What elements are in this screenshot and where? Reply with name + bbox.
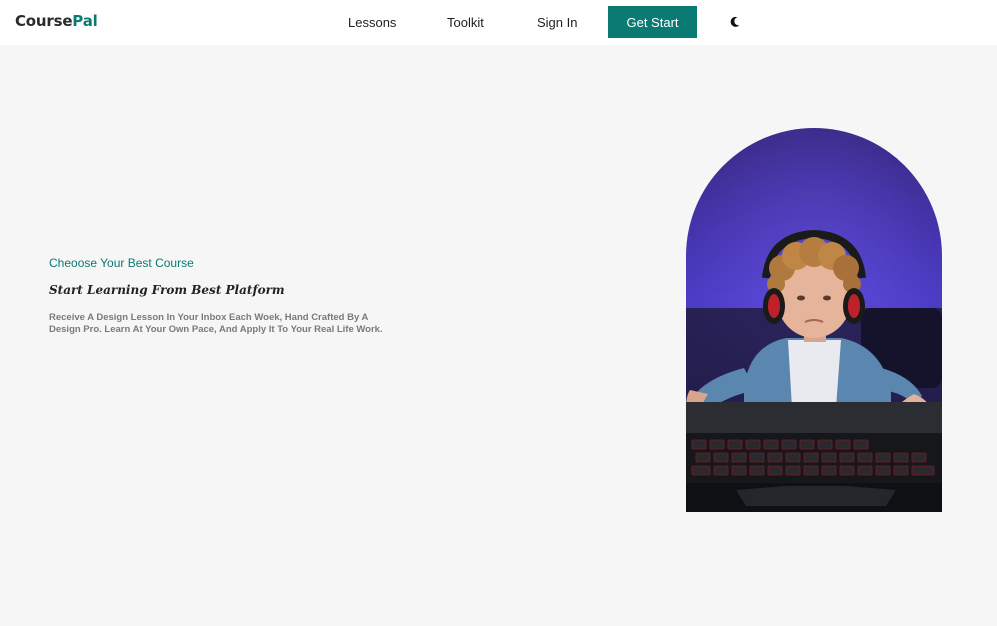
get-start-button[interactable]: Get Start: [608, 6, 697, 38]
theme-toggle-button[interactable]: [726, 13, 744, 31]
brand-name-part2: Pal: [72, 12, 98, 30]
brand-name-part1: Course: [15, 12, 73, 30]
nav-link-lessons[interactable]: Lessons: [348, 15, 396, 30]
hero-eyebrow: Cheoose Your Best Course: [49, 256, 194, 270]
nav-link-toolkit[interactable]: Toolkit: [447, 15, 484, 30]
moon-icon: [730, 16, 740, 27]
hero-image: [686, 128, 942, 512]
hero-title: Start Learning From Best Platform: [49, 283, 285, 297]
navbar: CoursePal Lessons Toolkit Sign In Get St…: [0, 0, 997, 45]
brand-logo[interactable]: CoursePal: [15, 12, 98, 30]
hero-description: Receive A Design Lesson In Your Inbox Ea…: [49, 312, 383, 335]
nav-link-sign-in[interactable]: Sign In: [537, 15, 577, 30]
